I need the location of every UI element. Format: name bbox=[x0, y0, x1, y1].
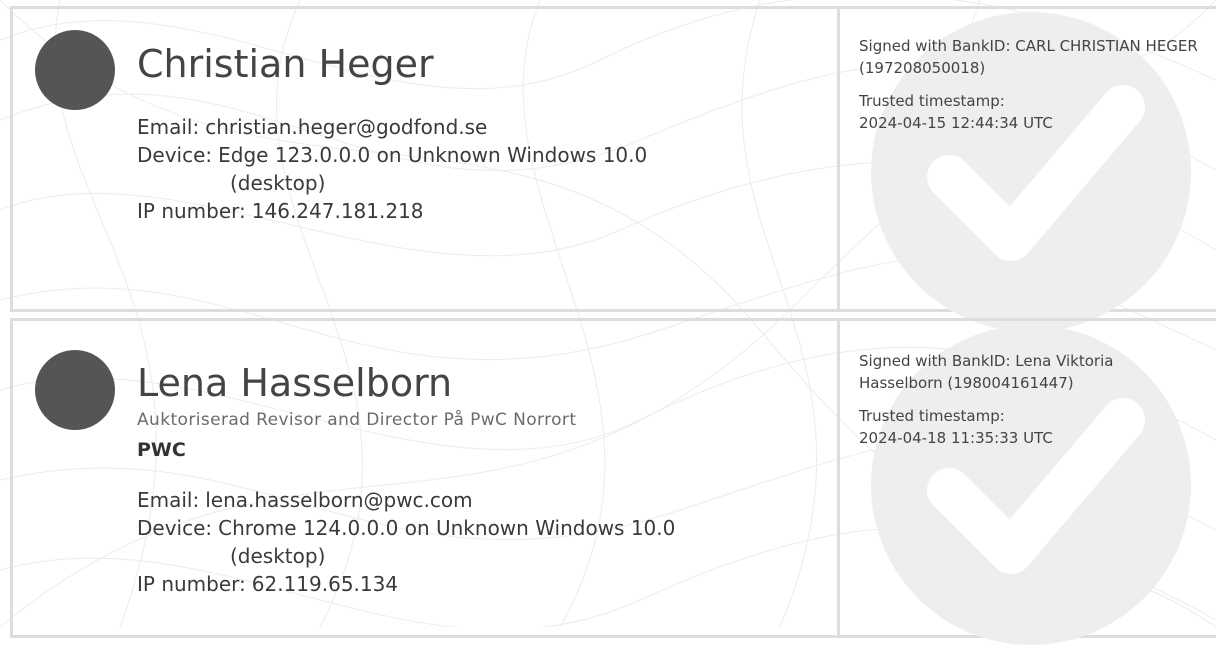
ip-label: IP number: bbox=[137, 199, 246, 223]
signer-card: Christian Heger Email: christian.heger@go… bbox=[10, 6, 1216, 332]
avatar bbox=[35, 30, 115, 110]
device-value: Chrome 124.0.0.0 on Unknown Windows 10.0 bbox=[218, 516, 676, 540]
device-type: (desktop) bbox=[230, 171, 326, 195]
email-label: Email: bbox=[137, 115, 200, 139]
ip-value: 146.247.181.218 bbox=[251, 199, 424, 223]
email-value: lena.hasselborn@pwc.com bbox=[205, 488, 473, 512]
signer-details: Email: christian.heger@godfond.se Device:… bbox=[137, 113, 647, 225]
device-label: Device: bbox=[137, 143, 213, 167]
device-value: Edge 123.0.0.0 on Unknown Windows 10.0 bbox=[218, 143, 648, 167]
bankid-signature: Signed with BankID: Lena Viktoria Hassel… bbox=[859, 352, 1114, 392]
signature-info: Signed with BankID: Lena Viktoria Hassel… bbox=[859, 350, 1199, 460]
email-label: Email: bbox=[137, 488, 200, 512]
timestamp-value: 2024-04-15 12:44:34 UTC bbox=[859, 114, 1053, 132]
device-label: Device: bbox=[137, 516, 213, 540]
timestamp-value: 2024-04-18 11:35:33 UTC bbox=[859, 429, 1053, 447]
signer-company: PWC bbox=[137, 439, 186, 461]
signer-title: Auktoriserad Revisor and Director På PwC… bbox=[137, 410, 577, 430]
ip-label: IP number: bbox=[137, 572, 246, 596]
signer-name: Lena Hasselborn bbox=[137, 361, 453, 405]
ip-value: 62.119.65.134 bbox=[251, 572, 399, 596]
signature-info: Signed with BankID: CARL CHRISTIAN HEGER… bbox=[859, 35, 1199, 145]
card-divider bbox=[837, 9, 840, 309]
timestamp-label: Trusted timestamp: bbox=[859, 407, 1005, 425]
email-value: christian.heger@godfond.se bbox=[205, 115, 488, 139]
avatar bbox=[35, 350, 115, 430]
signer-card: Lena Hasselborn Auktoriserad Revisor and… bbox=[10, 318, 1216, 645]
device-type: (desktop) bbox=[230, 544, 326, 568]
signer-name: Christian Heger bbox=[137, 42, 434, 86]
bankid-signature: Signed with BankID: CARL CHRISTIAN HEGER… bbox=[859, 37, 1198, 77]
card-divider bbox=[837, 321, 840, 635]
timestamp-label: Trusted timestamp: bbox=[859, 92, 1005, 110]
signer-details: Email: lena.hasselborn@pwc.com Device: Chr… bbox=[137, 486, 675, 598]
